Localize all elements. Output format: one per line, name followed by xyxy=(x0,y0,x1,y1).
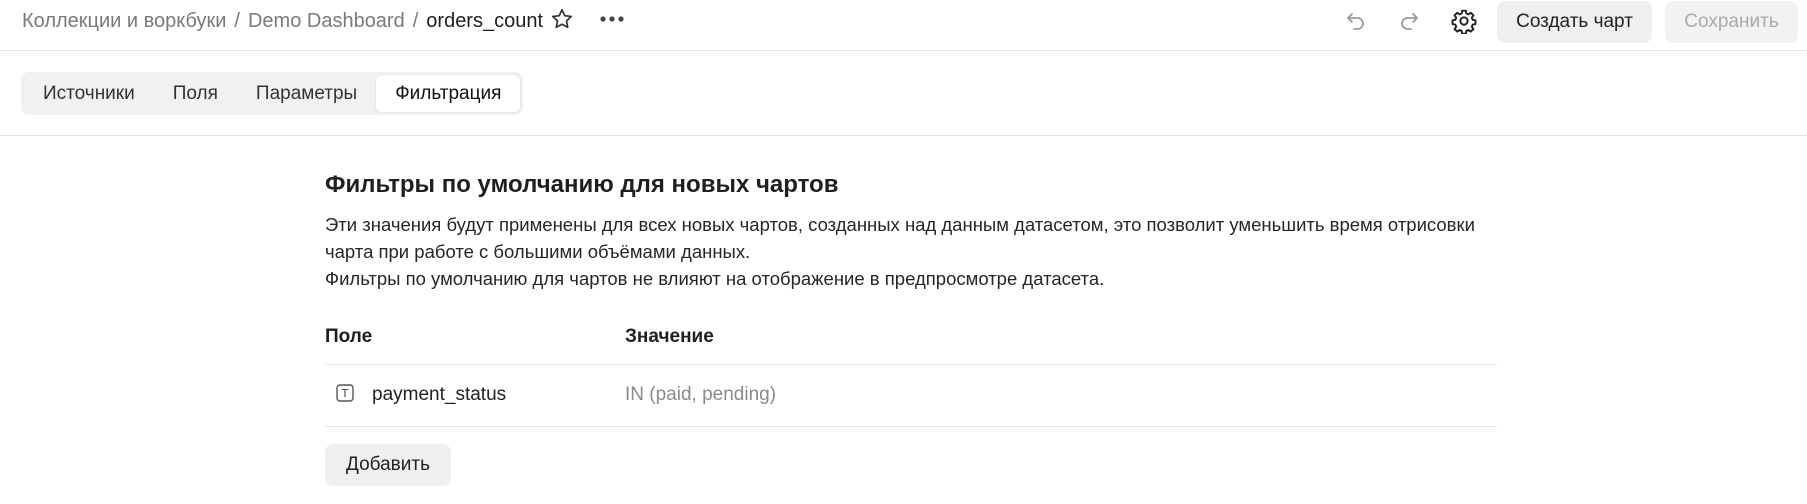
add-filter-button[interactable]: Добавить xyxy=(325,444,451,486)
redo-icon[interactable] xyxy=(1393,6,1425,36)
tab-filtering[interactable]: Фильтрация xyxy=(376,75,521,112)
undo-icon[interactable] xyxy=(1340,6,1372,36)
breadcrumb-collections[interactable]: Коллекции и воркбуки xyxy=(22,10,226,33)
tabs: Источники Поля Параметры Фильтрация xyxy=(21,72,524,115)
header: Коллекции и воркбуки / Demo Dashboard / … xyxy=(0,0,1807,51)
breadcrumb: Коллекции и воркбуки / Demo Dashboard / … xyxy=(22,8,543,34)
description: Эти значения будут применены для всех но… xyxy=(325,211,1497,292)
star-icon[interactable] xyxy=(548,5,576,33)
tab-fields[interactable]: Поля xyxy=(154,75,237,112)
breadcrumb-current: orders_count xyxy=(426,9,544,32)
breadcrumb-separator: / xyxy=(234,9,240,32)
column-header-value: Значение xyxy=(625,326,714,347)
gear-icon[interactable] xyxy=(1447,5,1481,37)
table-row[interactable]: T payment_status IN (paid, pending) xyxy=(325,365,1497,427)
svg-text:T: T xyxy=(341,387,349,400)
save-button[interactable]: Сохранить xyxy=(1665,1,1798,43)
filters-section: Фильтры по умолчанию для новых чартов Эт… xyxy=(325,168,1497,486)
filter-value[interactable]: IN (paid, pending) xyxy=(625,384,776,406)
table-header: Поле Значение xyxy=(325,314,1497,365)
description-note: Фильтры по умолчанию для чартов не влияю… xyxy=(325,268,1105,289)
tab-parameters[interactable]: Параметры xyxy=(237,75,376,112)
divider xyxy=(0,135,1807,136)
filter-field-name: payment_status xyxy=(372,384,507,405)
text-type-icon: T xyxy=(336,384,354,402)
description-text: Эти значения будут применены для всех но… xyxy=(325,214,1475,262)
create-chart-button[interactable]: Создать чарт xyxy=(1497,1,1652,43)
tab-sources[interactable]: Источники xyxy=(24,75,154,112)
more-horizontal-icon[interactable] xyxy=(596,5,628,33)
page-title: Фильтры по умолчанию для новых чартов xyxy=(325,171,839,198)
column-header-field: Поле xyxy=(325,326,373,347)
breadcrumb-separator: / xyxy=(412,9,419,32)
breadcrumb-dashboard[interactable]: Demo Dashboard xyxy=(248,10,405,33)
default-filters-table: Поле Значение T payment_status IN (paid,… xyxy=(325,314,1497,427)
